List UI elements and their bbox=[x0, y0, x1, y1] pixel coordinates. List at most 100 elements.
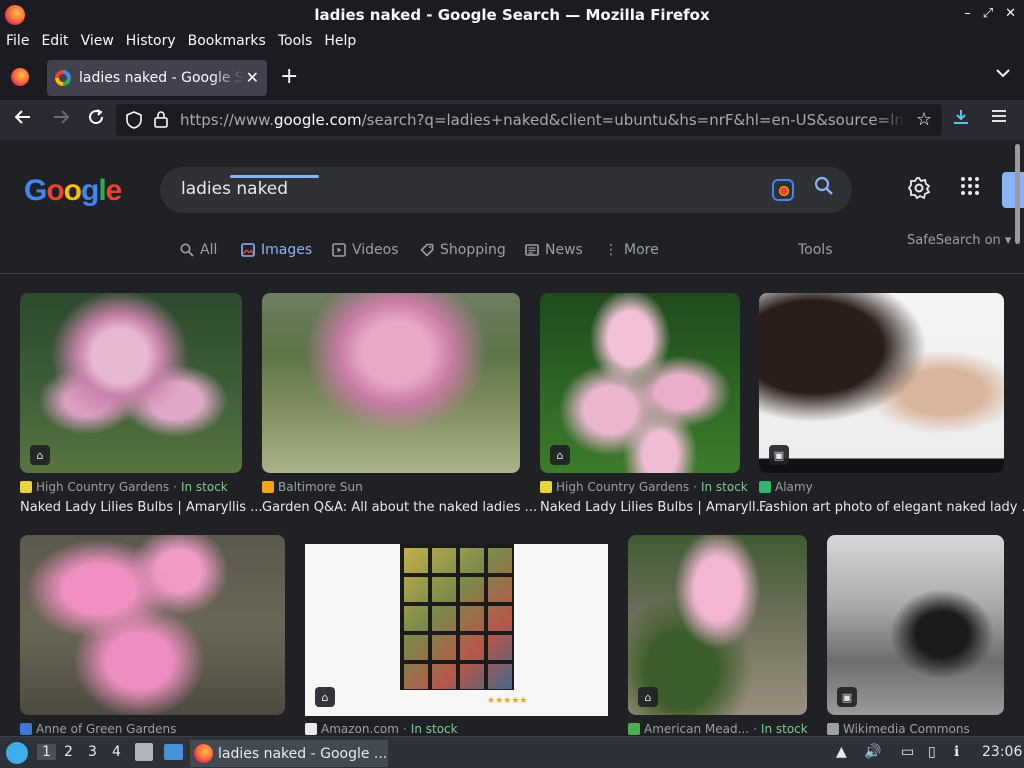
result-title[interactable]: Naked Lady Lilies Bulbs | Amaryllis ... bbox=[20, 500, 263, 515]
result-source[interactable]: High Country Gardens · In stock bbox=[20, 480, 228, 494]
tab-google-search[interactable]: ladies naked - Google Se ✕ bbox=[47, 60, 267, 96]
bookmark-star-icon[interactable]: ☆ bbox=[916, 109, 932, 130]
google-doodle-logo[interactable]: Google bbox=[24, 174, 122, 208]
settings-gear-icon[interactable] bbox=[907, 176, 931, 206]
image-result[interactable]: Baltimore Sun Garden Q&A: All about the … bbox=[262, 293, 537, 523]
tab-images[interactable]: Images bbox=[241, 242, 312, 258]
result-image-poster[interactable]: ★★★★★ bbox=[305, 544, 608, 716]
reload-icon[interactable] bbox=[87, 108, 105, 131]
image-result[interactable]: ★★★★★ ⌂ Amazon.com · In stock bbox=[305, 535, 608, 736]
tracking-protection-shield-icon[interactable] bbox=[126, 111, 142, 133]
downloads-icon[interactable] bbox=[952, 108, 970, 131]
updates-icon[interactable]: ℹ bbox=[954, 744, 959, 760]
search-query[interactable]: ladies naked bbox=[181, 179, 288, 199]
result-title[interactable]: Fashion art photo of elegant naked lady … bbox=[759, 500, 1024, 515]
tab-news[interactable]: News bbox=[525, 242, 583, 258]
play-icon bbox=[332, 243, 346, 257]
image-result[interactable]: ▣ Wikimedia Commons bbox=[827, 535, 1004, 736]
result-image-pink-amaryllis[interactable] bbox=[20, 535, 285, 715]
filter-divider bbox=[0, 273, 1024, 274]
close-tab-icon[interactable]: ✕ bbox=[246, 68, 259, 87]
maximize-button[interactable]: ⤢ bbox=[983, 6, 993, 21]
active-tab-indicator bbox=[230, 175, 319, 178]
result-title[interactable]: Naked Lady Lilies Bulbs | Amaryll... bbox=[540, 500, 768, 515]
search-icon[interactable] bbox=[814, 176, 834, 201]
image-result[interactable]: ⌂ High Country Gardens · In stock Naked … bbox=[20, 293, 263, 523]
search-icon bbox=[180, 243, 194, 257]
shopping-tag-icon: ⌂ bbox=[315, 687, 335, 707]
result-source[interactable]: Amazon.com · In stock bbox=[305, 722, 458, 736]
forward-arrow-icon[interactable] bbox=[52, 108, 70, 131]
result-source[interactable]: Baltimore Sun bbox=[262, 480, 363, 494]
clock[interactable]: 23:06 bbox=[982, 744, 1022, 760]
more-vert-icon: ⋮ bbox=[604, 242, 618, 258]
workspace-4[interactable]: 4 bbox=[112, 744, 121, 760]
menu-bookmarks[interactable]: Bookmarks bbox=[188, 33, 272, 49]
tools-button[interactable]: Tools bbox=[798, 242, 833, 258]
start-menu-icon[interactable] bbox=[6, 742, 28, 764]
menu-history[interactable]: History bbox=[126, 33, 182, 49]
result-source[interactable]: Wikimedia Commons bbox=[827, 722, 970, 736]
result-image-pink-lilies[interactable] bbox=[20, 293, 242, 473]
workspace-3[interactable]: 3 bbox=[88, 744, 97, 760]
workspace-1[interactable]: 1 bbox=[37, 744, 56, 760]
shopping-tag-icon: ⌂ bbox=[30, 445, 50, 465]
notifications-icon[interactable]: ▲ bbox=[836, 744, 847, 760]
back-arrow-icon[interactable] bbox=[14, 108, 32, 131]
close-window-button[interactable]: ✕ bbox=[1005, 6, 1016, 21]
firefox-icon bbox=[5, 5, 25, 25]
sign-in-button[interactable] bbox=[1002, 172, 1024, 208]
tab-shopping[interactable]: Shopping bbox=[420, 242, 506, 258]
image-icon: ▣ bbox=[837, 687, 857, 707]
result-source[interactable]: Anne of Green Gardens bbox=[20, 722, 176, 736]
image-result[interactable]: ⌂ American Mead... · In stock bbox=[628, 535, 808, 736]
result-image-lily-garden[interactable] bbox=[262, 293, 520, 473]
result-image-fashion-portrait[interactable] bbox=[759, 293, 1004, 473]
navigation-toolbar: https://www.google.com/search?q=ladies+n… bbox=[0, 100, 1024, 140]
result-source[interactable]: Alamy bbox=[759, 480, 813, 494]
list-all-tabs-chevron-icon[interactable] bbox=[996, 66, 1010, 82]
tab-strip: ladies naked - Google Se ✕ + bbox=[0, 52, 1024, 100]
shopping-tag-icon: ⌂ bbox=[638, 687, 658, 707]
hamburger-menu-icon[interactable] bbox=[991, 107, 1007, 128]
image-result[interactable]: ⌂ High Country Gardens · In stock Naked … bbox=[540, 293, 768, 523]
tag-icon bbox=[420, 243, 434, 257]
search-box[interactable]: ladies naked bbox=[160, 167, 852, 213]
image-result[interactable]: ▣ Alamy Fashion art photo of elegant nak… bbox=[759, 293, 1024, 523]
minimize-button[interactable]: – bbox=[964, 6, 971, 21]
page-scrollbar[interactable] bbox=[1015, 144, 1020, 244]
taskbar-firefox-window[interactable]: ladies naked - Google ... bbox=[190, 740, 388, 767]
menu-file[interactable]: File bbox=[6, 33, 35, 49]
tab-more[interactable]: ⋮ More bbox=[604, 242, 659, 258]
file-manager-icon[interactable] bbox=[135, 743, 153, 761]
menu-edit[interactable]: Edit bbox=[41, 33, 74, 49]
search-filter-tabs: All Images Videos Shopping News ⋮ More T… bbox=[0, 235, 1024, 273]
menu-view[interactable]: View bbox=[81, 33, 120, 49]
lock-icon[interactable] bbox=[154, 110, 168, 132]
url-text[interactable]: https://www.google.com/search?q=ladies+n… bbox=[180, 111, 906, 129]
google-apps-grid-icon[interactable] bbox=[960, 176, 980, 201]
url-bar[interactable]: https://www.google.com/search?q=ladies+n… bbox=[116, 104, 942, 136]
poster-art bbox=[400, 544, 514, 690]
show-desktop-icon[interactable] bbox=[164, 744, 183, 760]
menu-tools[interactable]: Tools bbox=[278, 33, 319, 49]
firefox-view-icon[interactable] bbox=[11, 68, 29, 86]
new-tab-button[interactable]: + bbox=[280, 64, 298, 89]
firefox-icon bbox=[194, 744, 213, 763]
google-lens-camera-icon[interactable] bbox=[772, 179, 794, 201]
desktop-taskbar: 1 2 3 4 ladies naked - Google ... ▲ 🔊 ▭ … bbox=[0, 736, 1024, 768]
result-source[interactable]: High Country Gardens · In stock bbox=[540, 480, 748, 494]
result-image-naked-lady-lilies[interactable] bbox=[540, 293, 740, 473]
rating-stars: ★★★★★ bbox=[487, 696, 528, 706]
tab-videos[interactable]: Videos bbox=[332, 242, 399, 258]
volume-icon[interactable]: 🔊 bbox=[864, 744, 881, 760]
network-icon[interactable]: ▭ bbox=[901, 744, 914, 760]
tab-all[interactable]: All bbox=[180, 242, 217, 258]
safesearch-dropdown[interactable]: SafeSearch on ▾ bbox=[907, 233, 1011, 248]
result-title[interactable]: Garden Q&A: All about the naked ladies .… bbox=[262, 500, 537, 515]
workspace-2[interactable]: 2 bbox=[64, 744, 73, 760]
result-source[interactable]: American Mead... · In stock bbox=[628, 722, 808, 736]
menu-help[interactable]: Help bbox=[324, 33, 362, 49]
clipboard-icon[interactable]: ▯ bbox=[928, 744, 936, 760]
image-result[interactable]: Anne of Green Gardens bbox=[20, 535, 285, 736]
